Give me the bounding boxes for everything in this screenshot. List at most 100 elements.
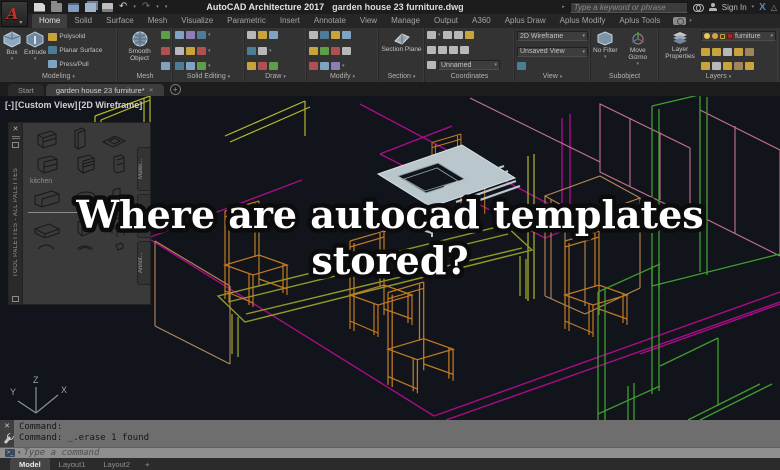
fillet-icon[interactable]: [342, 46, 351, 55]
palette-tab-details[interactable]: Details: [137, 194, 150, 238]
smooth-object-button[interactable]: Smooth Object: [120, 30, 159, 71]
no-filter-button[interactable]: No Filter ▾: [593, 30, 618, 71]
spline-icon[interactable]: [269, 62, 278, 70]
chevron-down-icon[interactable]: ▾: [208, 63, 211, 69]
command-customize-wrench-icon[interactable]: [3, 435, 11, 445]
layer-tool-icon[interactable]: [745, 47, 754, 56]
circle-icon[interactable]: [247, 46, 256, 55]
panel-label-modeling[interactable]: Modeling ▾: [0, 71, 117, 82]
drawing-canvas[interactable]: [-] [Custom View] [2D Wireframe] ✕ TOOL …: [0, 96, 780, 420]
panel-label-mesh[interactable]: Mesh: [118, 71, 172, 82]
camera-icon[interactable]: [673, 17, 687, 25]
extrude-button[interactable]: Extrude ▾: [24, 30, 46, 71]
tab-visualize[interactable]: Visualize: [174, 14, 220, 28]
tab-manage[interactable]: Manage: [384, 14, 427, 28]
ucs-icon[interactable]: [427, 31, 436, 39]
undo-caret-icon[interactable]: ▾: [133, 4, 136, 10]
redo-icon[interactable]: ↷: [142, 2, 150, 12]
new-drawing-tab-button[interactable]: +: [169, 84, 181, 95]
ucs-previous-icon[interactable]: [453, 31, 463, 39]
panel-label-section[interactable]: Section ▾: [379, 71, 424, 82]
file-tab-drawing[interactable]: garden house 23 furniture* ✕: [45, 84, 164, 96]
palette-tab-materials[interactable]: Mater...: [137, 147, 150, 191]
round-table-icon[interactable]: [75, 190, 97, 209]
tab-solid[interactable]: Solid: [67, 14, 99, 28]
chevron-down-icon[interactable]: ▾: [208, 48, 211, 54]
circle-modify-icon[interactable]: [320, 46, 329, 55]
tab-layout2[interactable]: Layout2: [94, 458, 139, 470]
erase-icon[interactable]: [309, 46, 318, 55]
kitchen-drawer-unit-icon[interactable]: [75, 153, 97, 175]
chevron-down-icon[interactable]: ▾: [342, 63, 345, 69]
stool-icon[interactable]: [114, 241, 124, 251]
panel-label-draw[interactable]: Draw ▾: [245, 71, 306, 82]
exchange-apps-icon[interactable]: X: [759, 2, 766, 13]
view-name-combo[interactable]: Unsaved View ▾: [517, 46, 588, 57]
communication-center-icon[interactable]: △: [771, 3, 777, 12]
shell-icon[interactable]: [186, 62, 195, 70]
layer-tool-icon[interactable]: [712, 62, 721, 70]
tab-model[interactable]: Model: [10, 458, 50, 470]
stretch-icon[interactable]: [309, 62, 318, 70]
ucs-world-icon[interactable]: [442, 31, 452, 39]
tab-aplus-tools[interactable]: Aplus Tools: [612, 14, 667, 28]
palette-close-icon[interactable]: ✕: [13, 125, 19, 133]
trim-icon[interactable]: [331, 31, 340, 39]
ucs-name-combo[interactable]: Unnamed ▾: [438, 60, 500, 70]
layer-tool-icon[interactable]: [712, 47, 721, 56]
tab-annotate[interactable]: Annotate: [307, 14, 353, 28]
chair-icon[interactable]: [110, 188, 128, 209]
camera-caret-icon[interactable]: ▾: [689, 18, 692, 28]
taper-faces-icon[interactable]: [197, 46, 206, 55]
ucs-named-icon[interactable]: [427, 61, 436, 69]
tab-aplus-modify[interactable]: Aplus Modify: [553, 14, 613, 28]
curved-bench-icon[interactable]: [75, 241, 95, 251]
intersect-icon[interactable]: [197, 31, 206, 39]
scale-icon[interactable]: [320, 62, 329, 70]
search-binoculars-icon[interactable]: [692, 3, 704, 12]
palette-title-strip[interactable]: ✕ TOOL PALETTES - ALL PALETTES: [9, 123, 23, 304]
curved-sofa-icon[interactable]: [36, 241, 56, 251]
hatch-icon[interactable]: [247, 62, 256, 70]
layer-tool-icon[interactable]: [701, 62, 710, 70]
ucs-3point-icon[interactable]: [427, 45, 436, 54]
layer-tool-icon[interactable]: [745, 62, 754, 70]
mirror-icon[interactable]: [331, 46, 340, 55]
viewport-config-icon[interactable]: [517, 62, 526, 70]
rectangle-icon[interactable]: [269, 31, 278, 39]
palette-autohide-icon[interactable]: [12, 142, 19, 148]
armchair-icon[interactable]: [109, 217, 127, 238]
layer-combo[interactable]: furniture ▾: [701, 31, 776, 41]
viewport-minimize-control[interactable]: [-]: [5, 100, 14, 110]
panel-label-coordinates[interactable]: Coordinates: [425, 71, 514, 82]
application-menu-button[interactable]: A ▾: [1, 1, 28, 27]
panel-label-subobject[interactable]: Subobject: [591, 71, 658, 82]
mesh-tool-icon[interactable]: [161, 62, 170, 70]
kitchen-tall-cabinet-icon[interactable]: [72, 127, 88, 150]
layer-properties-button[interactable]: Layer Properties: [661, 30, 699, 71]
redo-caret-icon[interactable]: ▾: [156, 4, 159, 10]
interfere-icon[interactable]: [175, 62, 184, 70]
section-plane-button[interactable]: Section Plane: [381, 30, 422, 71]
tab-surface[interactable]: Surface: [99, 14, 141, 28]
tab-a360[interactable]: A360: [465, 14, 498, 28]
sign-in-label[interactable]: Sign In: [722, 3, 747, 12]
layer-tool-icon[interactable]: [723, 62, 732, 70]
kitchen-cabinet-icon[interactable]: [33, 128, 59, 150]
line-icon[interactable]: [247, 31, 256, 39]
array-icon[interactable]: [331, 62, 340, 70]
file-tab-close-icon[interactable]: ✕: [149, 87, 154, 94]
sign-in-person-icon[interactable]: [708, 3, 717, 11]
layer-tool-icon[interactable]: [701, 47, 710, 56]
ellipse-icon[interactable]: [258, 62, 267, 70]
chevron-down-icon[interactable]: ▾: [269, 48, 272, 54]
move-icon[interactable]: [309, 31, 318, 39]
mesh-tool-icon[interactable]: [161, 46, 170, 55]
palette-properties-icon[interactable]: [12, 296, 19, 302]
press-pull-button[interactable]: Press/Pull: [48, 60, 102, 69]
ucs-z-axis-icon[interactable]: [438, 45, 447, 54]
wardrobe-icon[interactable]: [32, 189, 62, 209]
new-file-icon[interactable]: [34, 2, 45, 12]
slice-icon[interactable]: [175, 46, 184, 55]
panel-label-modify[interactable]: Modify ▾: [307, 71, 378, 82]
